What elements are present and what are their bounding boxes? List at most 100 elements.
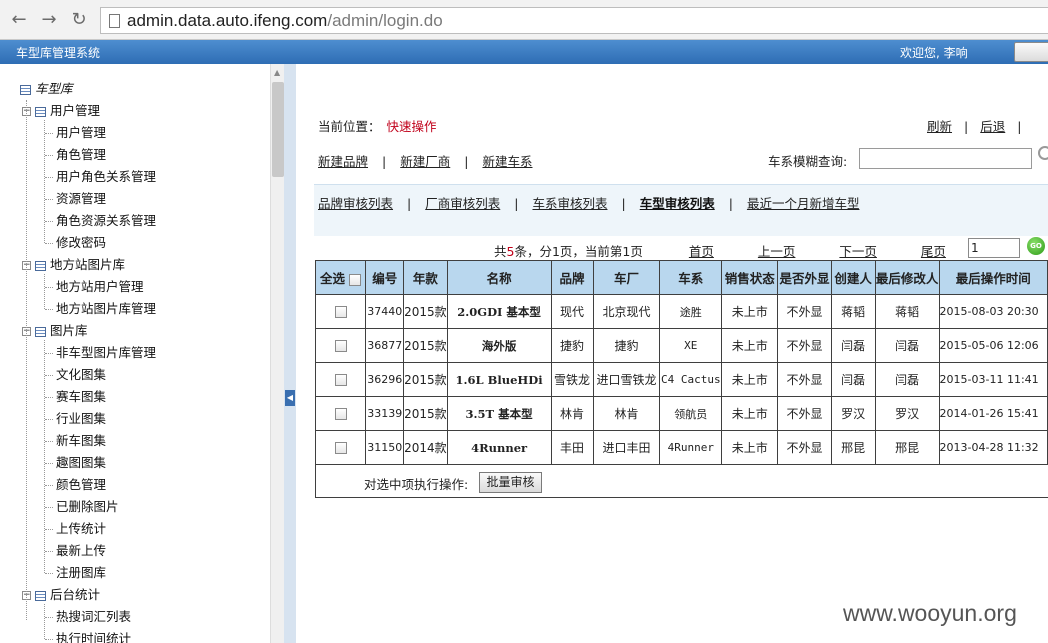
table-cell: 海外版	[446, 328, 552, 363]
table-cell: 不外显	[777, 430, 832, 465]
tree-leaf[interactable]: 已删除图片	[56, 498, 119, 516]
series-search-input[interactable]	[859, 148, 1032, 169]
tree-leaf[interactable]: 角色管理	[56, 146, 106, 164]
table-cell: XE	[659, 328, 723, 363]
tree-leaf[interactable]: 地方站图片库管理	[56, 300, 156, 318]
row-checkbox[interactable]	[334, 306, 347, 318]
table-icon	[35, 326, 46, 337]
tree-leaf[interactable]: 颜色管理	[56, 476, 106, 494]
tree-leaf[interactable]: 热搜词汇列表	[56, 608, 131, 626]
address-bar[interactable]: admin.data.auto.ifeng.com/admin/login.do	[100, 7, 1048, 34]
column-header: 名称	[446, 260, 552, 295]
tree-leaf[interactable]: 角色资源关系管理	[56, 212, 156, 230]
table-cell: 丰田	[550, 430, 594, 465]
search-icon[interactable]	[1038, 146, 1048, 160]
column-header: 最后修改人	[874, 260, 940, 295]
tree-group[interactable]: − 图片库	[22, 322, 88, 340]
tree-leaf[interactable]: 执行时间统计	[56, 630, 131, 643]
table-cell: 未上市	[721, 328, 779, 363]
select-all-checkbox[interactable]	[349, 273, 362, 286]
row-select-cell	[314, 294, 367, 329]
header-button[interactable]	[1014, 42, 1048, 62]
tree-leaf[interactable]: 文化图集	[56, 366, 106, 384]
tree-leaf[interactable]: 赛车图集	[56, 388, 106, 406]
collapse-left-icon[interactable]: ◀	[285, 390, 295, 406]
table-cell: 2013-04-28 11:32	[938, 430, 1048, 465]
batch-action-row: 对选中项执行操作: 批量审核	[315, 464, 1048, 498]
table-row: 37440 2015款 2.0GDI 基本型 现代 北京现代 途胜 未上市 不外显 蒋韬 蒋韬 20…	[314, 294, 1048, 329]
table-cell: 进口雪铁龙	[592, 362, 661, 397]
page-number-input[interactable]: 1	[968, 238, 1020, 258]
back-arrow-icon[interactable]: ←	[8, 9, 30, 31]
column-header: 销售状态	[721, 260, 779, 295]
row-checkbox[interactable]	[334, 340, 347, 352]
pane-splitter[interactable]: ◀	[284, 64, 296, 643]
table-cell: 蒋韬	[874, 294, 940, 329]
nav-tree: 车型库 − 用户管理用户管理角色管理用户角色关系管理 资源管理角色资源关系管理 修改密码…	[0, 64, 270, 643]
new-brand-link[interactable]: 新建品牌	[318, 154, 368, 169]
table-cell: 捷豹	[592, 328, 661, 363]
tree-leaf[interactable]: 非车型图片库管理	[56, 344, 156, 362]
table-cell: 4Runner	[446, 430, 552, 465]
table-cell: 2015-03-11 11:41	[938, 362, 1048, 397]
column-header[interactable]: 全选	[314, 260, 367, 295]
tree-leaf[interactable]: 地方站用户管理	[56, 278, 144, 296]
table-cell: 31150	[365, 430, 405, 465]
batch-review-button[interactable]: 批量审核	[479, 472, 542, 493]
prev-page-link[interactable]: 上一页	[758, 244, 796, 259]
tree-group[interactable]: − 地方站图片库	[22, 256, 125, 274]
go-button[interactable]: GO	[1027, 237, 1045, 255]
tree-leaf[interactable]: 上传统计	[56, 520, 106, 538]
back-link[interactable]: 后退	[980, 119, 1005, 134]
app-header: 车型库管理系统 欢迎您, 李响	[0, 40, 1048, 64]
table-cell: 不外显	[777, 396, 832, 431]
tab-0[interactable]: 品牌审核列表	[318, 196, 393, 211]
tree-group[interactable]: − 用户管理	[22, 102, 100, 120]
refresh-link[interactable]: 刷新	[927, 119, 952, 134]
tree-leaf[interactable]: 用户角色关系管理	[56, 168, 156, 186]
tree-leaf[interactable]: 行业图集	[56, 410, 106, 428]
tree-group[interactable]: − 后台统计	[22, 586, 100, 604]
table-cell: 不外显	[777, 362, 832, 397]
row-select-cell	[314, 328, 367, 363]
tree-leaf[interactable]: 资源管理	[56, 190, 106, 208]
new-maker-link[interactable]: 新建厂商	[400, 154, 450, 169]
row-checkbox[interactable]	[334, 442, 347, 454]
breadcrumb-current: 快速操作	[386, 119, 437, 134]
first-page-link[interactable]: 首页	[689, 244, 714, 259]
tab-4[interactable]: 最近一个月新增车型	[747, 196, 860, 211]
tree-leaf[interactable]: 注册图库	[56, 564, 106, 582]
table-cell: 2015款	[403, 396, 448, 431]
tab-3[interactable]: 车型审核列表	[640, 196, 715, 211]
table-cell: 闫磊	[874, 362, 940, 397]
table-icon	[35, 260, 46, 271]
forward-arrow-icon[interactable]: →	[38, 9, 60, 31]
row-checkbox[interactable]	[334, 408, 347, 420]
tree-leaf[interactable]: 新车图集	[56, 432, 106, 450]
tree-leaf[interactable]: 最新上传	[56, 542, 106, 560]
pager-pre: 共	[494, 244, 507, 259]
tree-leaf[interactable]: 修改密码	[56, 234, 106, 252]
scroll-up-icon[interactable]: ▲	[274, 68, 280, 77]
pager: 共5条，分1页，当前第1页 首页 上一页 下一页 尾页	[494, 241, 946, 260]
tree-root[interactable]: 车型库	[20, 80, 73, 98]
next-page-link[interactable]: 下一页	[839, 244, 877, 259]
row-select-cell	[314, 396, 367, 431]
url-text: admin.data.auto.ifeng.com/admin/login.do	[127, 11, 443, 30]
tab-2[interactable]: 车系审核列表	[532, 196, 607, 211]
tree-scrollbar[interactable]: ▲	[270, 64, 284, 643]
table-cell: 2.0GDI 基本型	[446, 294, 552, 329]
tab-1[interactable]: 厂商审核列表	[425, 196, 500, 211]
tree-leaf[interactable]: 用户管理	[56, 124, 106, 142]
row-checkbox[interactable]	[334, 374, 347, 386]
welcome-text: 欢迎您, 李响	[900, 46, 968, 60]
table-cell: 现代	[550, 294, 594, 329]
reload-icon[interactable]: ↻	[68, 9, 90, 31]
scroll-thumb[interactable]	[272, 82, 284, 177]
table-row: 36877 2015款 海外版 捷豹 捷豹 XE 未上市 不外显 闫磊 闫磊 2015-05-06 …	[314, 328, 1048, 363]
tree-leaf[interactable]: 趣图图集	[56, 454, 106, 472]
quick-links: 新建品牌 | 新建厂商 | 新建车系	[318, 154, 533, 169]
new-series-link[interactable]: 新建车系	[482, 154, 532, 169]
table-icon	[35, 590, 46, 601]
last-page-link[interactable]: 尾页	[921, 244, 946, 259]
